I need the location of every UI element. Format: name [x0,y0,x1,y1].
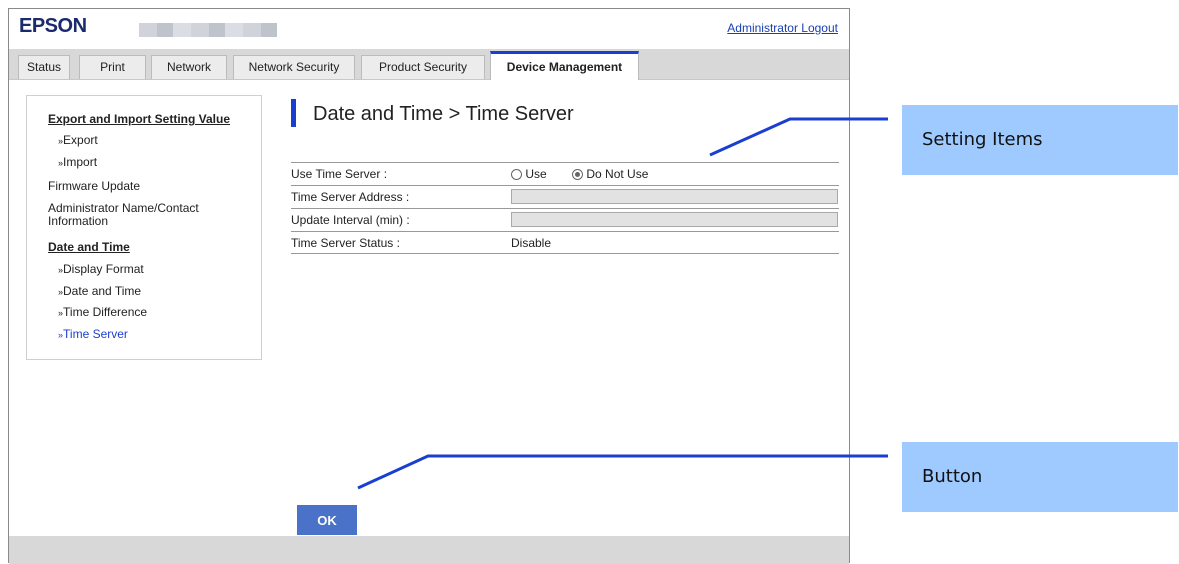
callout-button: Button [902,442,1178,512]
callout-setting-items: Setting Items [902,105,1178,175]
button-leader-line [357,454,888,490]
setting-items-leader-line [709,117,888,157]
